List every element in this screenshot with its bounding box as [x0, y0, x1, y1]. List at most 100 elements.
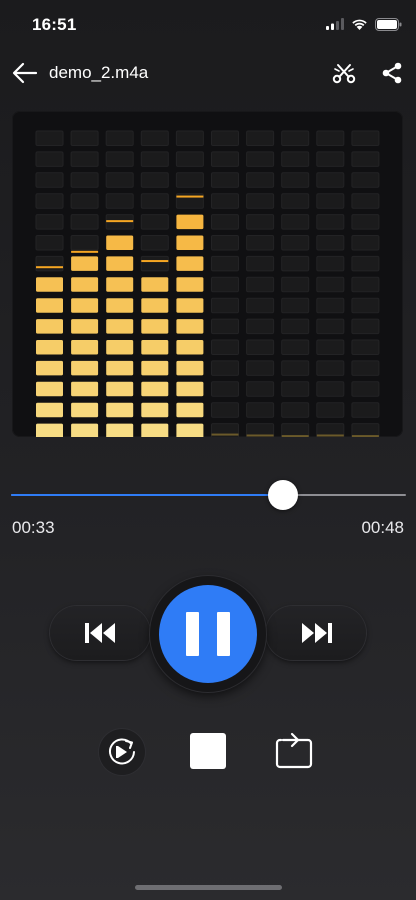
eq-segment-empty	[316, 276, 345, 293]
eq-segment-empty	[281, 276, 310, 293]
eq-peak-marker	[71, 250, 99, 253]
eq-segment-empty	[105, 130, 134, 146]
eq-segment-lit	[71, 298, 99, 313]
eq-segment-empty	[351, 151, 380, 167]
eq-peak-marker	[281, 435, 309, 437]
eq-segment-empty	[316, 235, 345, 251]
eq-segment-lit	[71, 319, 99, 334]
pause-button[interactable]	[159, 585, 257, 683]
eq-segment-empty	[70, 214, 99, 230]
eq-segment-lit	[176, 402, 204, 418]
eq-segment-empty	[351, 381, 380, 397]
eq-segment-empty	[351, 423, 380, 437]
eq-segment-empty	[175, 151, 204, 167]
eq-segment-lit	[71, 381, 99, 397]
eq-peak-marker	[316, 434, 344, 437]
eq-segment-empty	[351, 402, 380, 418]
eq-segment-lit	[106, 298, 134, 313]
eq-segment-empty	[140, 214, 169, 230]
eq-segment-empty	[140, 172, 169, 188]
audio-player-screen: 16:51 demo_2.m4a 00:33 00:48	[0, 0, 416, 900]
eq-segment-lit	[141, 319, 169, 334]
eq-segment-empty	[70, 130, 99, 146]
eq-segment-empty	[211, 172, 239, 188]
eq-segment-lit	[36, 298, 63, 313]
previous-button[interactable]	[50, 606, 150, 660]
eq-segment-empty	[281, 255, 310, 272]
eq-segment-empty	[105, 151, 134, 167]
eq-segment-lit	[36, 319, 63, 334]
eq-segment-empty	[281, 360, 310, 376]
eq-segment-empty	[281, 339, 310, 355]
eq-segment-empty	[175, 172, 204, 188]
eq-segment-lit	[106, 423, 134, 437]
eq-segment-lit	[106, 360, 134, 376]
seek-slider[interactable]	[11, 480, 406, 510]
eq-segment-empty	[246, 130, 275, 146]
eq-segment-lit	[71, 402, 99, 418]
eq-segment-empty	[211, 235, 239, 251]
eq-segment-empty	[281, 423, 310, 437]
eq-segment-lit	[106, 277, 134, 292]
eq-segment-empty	[351, 235, 380, 251]
eq-segment-lit	[176, 277, 204, 292]
seek-thumb[interactable]	[267, 480, 298, 510]
eq-peak-marker	[176, 195, 204, 198]
equalizer-visualizer	[12, 111, 403, 437]
replay-button[interactable]	[99, 729, 145, 775]
eq-segment-empty	[140, 235, 169, 251]
eq-segment-lit	[106, 381, 134, 397]
secondary-controls	[0, 724, 416, 784]
eq-segment-empty	[70, 151, 99, 167]
eq-segment-empty	[70, 235, 99, 251]
eq-segment-empty	[281, 172, 310, 188]
eq-segment-lit	[71, 423, 99, 437]
eq-segment-lit	[106, 402, 134, 418]
eq-segment-lit	[141, 423, 169, 437]
eq-segment-empty	[211, 255, 239, 272]
eq-segment-empty	[140, 193, 169, 209]
eq-segment-lit	[176, 256, 204, 271]
eq-segment-empty	[281, 130, 310, 146]
eq-segment-lit	[71, 340, 99, 355]
eq-segment-empty	[281, 318, 310, 335]
eq-segment-empty	[35, 172, 64, 188]
eq-segment-empty	[105, 172, 134, 188]
stop-button[interactable]	[190, 733, 226, 769]
eq-segment-lit	[176, 298, 204, 313]
eq-segment-empty	[246, 360, 275, 376]
eq-segment-empty	[316, 381, 345, 397]
eq-peak-marker	[246, 434, 274, 437]
next-button[interactable]	[266, 606, 366, 660]
status-bar: 16:51	[0, 0, 416, 50]
eq-segment-lit	[176, 423, 204, 437]
eq-segment-lit	[106, 256, 134, 271]
eq-peak-marker	[351, 435, 379, 437]
pause-icon	[186, 612, 199, 656]
eq-segment-empty	[211, 214, 239, 230]
eq-segment-empty	[246, 255, 275, 272]
eq-segment-empty	[316, 130, 345, 146]
eq-segment-empty	[211, 151, 239, 167]
eq-segment-empty	[246, 214, 275, 230]
share-icon[interactable]	[378, 59, 406, 87]
eq-segment-empty	[211, 318, 239, 335]
eq-segment-empty	[316, 339, 345, 355]
eq-segment-lit	[176, 381, 204, 397]
eq-segment-empty	[351, 255, 380, 272]
eq-segment-empty	[351, 193, 380, 209]
scissors-icon[interactable]	[330, 59, 358, 87]
eq-segment-empty	[246, 193, 275, 209]
eq-segment-empty	[246, 235, 275, 251]
eq-segment-lit	[106, 235, 134, 250]
total-time: 00:48	[361, 518, 404, 537]
repeat-icon[interactable]	[272, 731, 316, 771]
eq-segment-empty	[351, 318, 380, 335]
arrow-left-icon[interactable]	[10, 58, 40, 88]
eq-segment-empty	[140, 130, 169, 146]
eq-segment-empty	[70, 193, 99, 209]
eq-segment-empty	[351, 214, 380, 230]
home-indicator	[135, 885, 282, 890]
skip-next-icon	[302, 623, 332, 643]
eq-segment-empty	[316, 151, 345, 167]
